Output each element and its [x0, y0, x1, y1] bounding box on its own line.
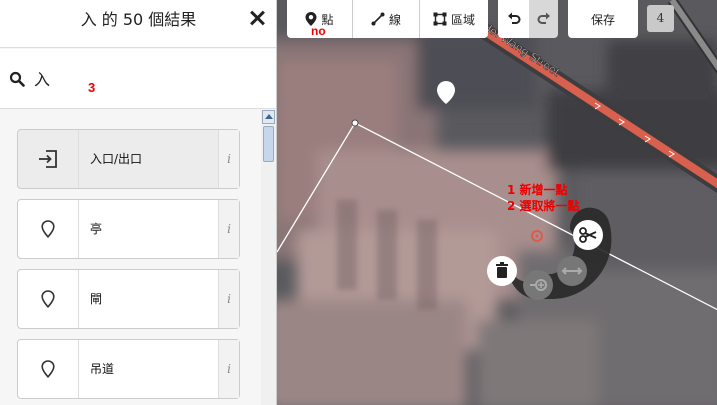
preset-label: 閘 [90, 292, 103, 306]
redo-icon [537, 12, 550, 24]
line-icon [371, 12, 385, 26]
annotation-text: 1 新增一點 2 選取將一點 [507, 182, 580, 214]
preset-item-entrance[interactable]: 入口/出口 i [17, 129, 240, 189]
search-icon [9, 71, 25, 87]
scroll-up-arrow-icon[interactable] [262, 110, 275, 124]
scissors-icon [579, 227, 597, 243]
scrollbar-thumb[interactable] [263, 126, 274, 162]
preset-icon [18, 200, 79, 258]
disconnect-button[interactable] [523, 270, 553, 300]
annotation-line-2: 2 選取將一點 [507, 199, 580, 213]
preset-item-cable-car[interactable]: 吊道 i [17, 339, 240, 399]
add-line-label: 線 [388, 12, 401, 27]
delete-button[interactable] [487, 256, 517, 286]
info-button[interactable]: i [218, 130, 239, 188]
map-imagery: Hoi Wang Street [277, 0, 717, 405]
vertex-handle[interactable] [351, 119, 359, 127]
annotation-3: 3 [88, 80, 96, 95]
preset-icon [18, 130, 79, 188]
trash-icon [496, 262, 508, 278]
save-label: 保存 [590, 12, 615, 27]
scrollbar[interactable] [261, 110, 276, 405]
preset-label: 吊道 [90, 362, 115, 376]
annotation-no: no [311, 24, 326, 38]
marker-icon [41, 360, 55, 378]
preset-label: 亭 [90, 222, 103, 236]
sidebar-header: 入 的 50 個結果 [0, 0, 276, 48]
marker-icon [41, 220, 55, 238]
preset-icon [18, 340, 79, 398]
edit-count-badge: 4 [647, 5, 674, 32]
search-input[interactable] [34, 63, 264, 93]
preset-label: 入口/出口 [90, 152, 143, 166]
annotation-line-1: 1 新增一點 [507, 183, 568, 197]
move-icon [561, 267, 583, 275]
marker-icon [41, 290, 55, 308]
id-editor: Hoi Wang Street 1 新增一點 2 選取將一點 點 no 線 區域… [0, 0, 717, 405]
area-icon [433, 12, 447, 26]
undo-icon [507, 12, 520, 24]
preset-list: 入口/出口 i 亭 i 閘 i 吊道 i [0, 110, 260, 405]
split-button[interactable] [573, 220, 603, 250]
search-bar [0, 49, 276, 109]
disconnect-icon [530, 279, 547, 291]
info-button[interactable]: i [218, 340, 239, 398]
info-button[interactable]: i [218, 270, 239, 328]
entrance-icon [39, 150, 57, 168]
preset-sidebar: 入 的 50 個結果 入口/出口 i [0, 0, 277, 405]
info-button[interactable]: i [218, 200, 239, 258]
add-area-button[interactable]: 區域 [420, 0, 488, 38]
add-area-label: 區域 [450, 12, 475, 27]
move-button[interactable] [557, 256, 587, 286]
close-icon[interactable] [246, 7, 268, 29]
map-canvas[interactable]: Hoi Wang Street [277, 0, 717, 405]
undo-button[interactable] [498, 0, 529, 38]
sidebar-title: 入 的 50 個結果 [80, 10, 197, 29]
save-button[interactable]: 保存 [568, 0, 638, 38]
preset-item-pavilion[interactable]: 亭 i [17, 199, 240, 259]
add-line-button[interactable]: 線 [353, 0, 420, 38]
redo-button[interactable] [529, 0, 558, 38]
preset-icon [18, 270, 79, 328]
preset-item-gate[interactable]: 閘 i [17, 269, 240, 329]
